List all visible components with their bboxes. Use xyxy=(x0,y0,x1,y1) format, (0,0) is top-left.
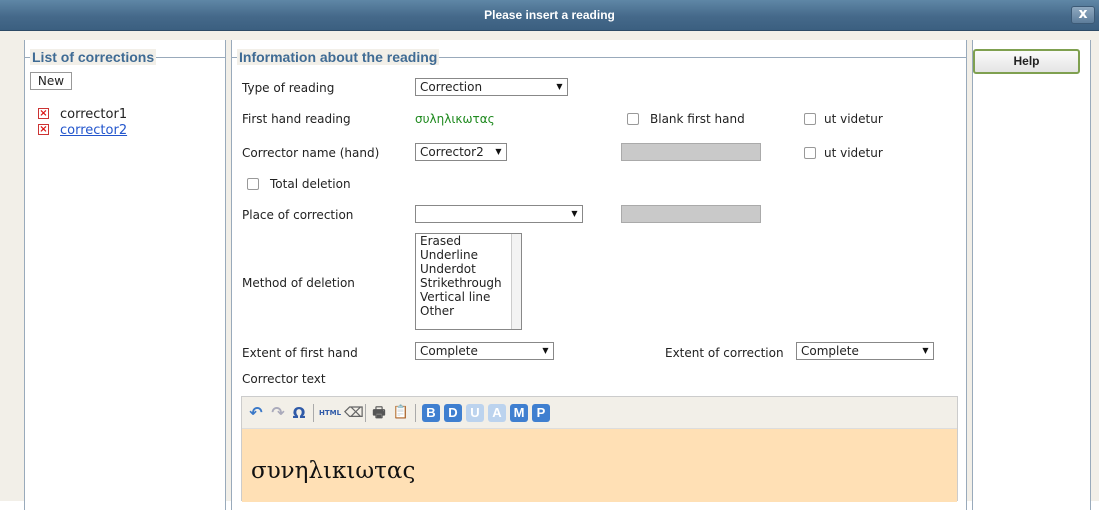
listbox-scrollbar[interactable] xyxy=(511,234,521,329)
correction-item-label[interactable]: corrector1 xyxy=(60,107,127,122)
first-hand-value: συληλικωτας xyxy=(415,112,495,126)
btn-u[interactable]: U xyxy=(466,404,484,422)
delete-icon[interactable]: × xyxy=(38,108,49,119)
first-hand-label: First hand reading xyxy=(242,112,351,126)
chevron-down-icon: ▼ xyxy=(922,346,929,355)
title-bar: Please insert a reading x xyxy=(0,0,1099,31)
method-option[interactable]: Vertical line xyxy=(416,290,521,304)
corrector-text-editor[interactable]: ↶ ↷ Ω HTML ⌫ 🖶 📋 B D U A M P συνηλικιωτα… xyxy=(241,396,958,502)
extent-first-hand-label: Extent of first hand xyxy=(242,346,358,360)
corrector-name-label: Corrector name (hand) xyxy=(242,146,380,160)
method-option[interactable]: Underline xyxy=(416,248,521,262)
corrector-name-select[interactable]: Corrector2 ▼ xyxy=(415,143,507,161)
extent-correction-select[interactable]: Complete ▼ xyxy=(796,342,934,360)
method-option[interactable]: Strikethrough xyxy=(416,276,521,290)
html-source-icon[interactable]: HTML xyxy=(318,404,342,422)
btn-m[interactable]: M xyxy=(510,404,528,422)
special-character-icon[interactable]: Ω xyxy=(290,404,308,422)
editor-content-area[interactable]: συνηλικιωτας xyxy=(242,429,957,502)
total-deletion-checkbox[interactable] xyxy=(247,178,259,190)
eraser-icon[interactable]: ⌫ xyxy=(344,404,364,422)
paste-icon[interactable]: 📋 xyxy=(392,404,410,422)
extent-correction-label: Extent of correction xyxy=(665,346,784,360)
new-correction-button[interactable]: New xyxy=(30,72,72,90)
print-icon[interactable]: 🖶 xyxy=(370,404,388,422)
btn-a[interactable]: A xyxy=(488,404,506,422)
extent-first-hand-select[interactable]: Complete ▼ xyxy=(415,342,554,360)
method-option[interactable]: Underdot xyxy=(416,262,521,276)
blank-first-hand-label: Blank first hand xyxy=(650,112,745,126)
reading-legend: Information about the reading xyxy=(237,49,440,65)
type-of-reading-label: Type of reading xyxy=(242,81,335,95)
chevron-down-icon: ▼ xyxy=(495,147,502,156)
corrector-name-other-input[interactable] xyxy=(621,143,761,161)
editor-text: συνηλικιωτας xyxy=(251,458,416,484)
corrector-text-label: Corrector text xyxy=(242,372,326,386)
toolbar-divider xyxy=(313,404,314,422)
ut-videtur-checkbox-2[interactable] xyxy=(804,147,816,159)
correction-item-label[interactable]: corrector2 xyxy=(60,123,127,138)
extent-correction-value: Complete xyxy=(801,344,859,358)
redo-icon[interactable]: ↷ xyxy=(270,404,286,422)
delete-icon[interactable]: × xyxy=(38,124,49,135)
place-of-correction-select[interactable]: ▼ xyxy=(415,205,583,223)
toolbar-divider xyxy=(415,404,416,422)
corrections-legend: List of corrections xyxy=(30,49,157,65)
blank-first-hand-checkbox[interactable] xyxy=(627,113,639,125)
btn-b[interactable]: B xyxy=(422,404,440,422)
type-of-reading-value: Correction xyxy=(420,80,483,94)
ut-videtur-checkbox-1[interactable] xyxy=(804,113,816,125)
place-of-correction-label: Place of correction xyxy=(242,208,354,222)
method-option[interactable]: Other xyxy=(416,304,521,318)
chevron-down-icon: ▼ xyxy=(556,82,563,91)
method-option[interactable]: Erased xyxy=(416,234,521,248)
ut-videtur-label-1: ut videtur xyxy=(824,112,883,126)
ut-videtur-label-2: ut videtur xyxy=(824,146,883,160)
dialog-title: Please insert a reading xyxy=(484,8,615,22)
close-icon: x xyxy=(1078,6,1088,22)
method-of-deletion-label: Method of deletion xyxy=(242,276,355,290)
toolbar-divider xyxy=(365,404,366,422)
help-button[interactable]: Help xyxy=(973,49,1080,74)
corrector-name-value: Corrector2 xyxy=(420,145,484,159)
editor-toolbar: ↶ ↷ Ω HTML ⌫ 🖶 📋 B D U A M P xyxy=(242,397,957,429)
method-of-deletion-list[interactable]: Erased Underline Underdot Strikethrough … xyxy=(415,233,522,330)
chevron-down-icon: ▼ xyxy=(571,209,578,218)
btn-d[interactable]: D xyxy=(444,404,462,422)
btn-p[interactable]: P xyxy=(532,404,550,422)
type-of-reading-select[interactable]: Correction ▼ xyxy=(415,78,568,96)
chevron-down-icon: ▼ xyxy=(542,346,549,355)
help-panel xyxy=(972,40,1091,510)
place-other-input[interactable] xyxy=(621,205,761,223)
close-button[interactable]: x xyxy=(1071,6,1095,24)
undo-icon[interactable]: ↶ xyxy=(248,404,264,422)
extent-first-hand-value: Complete xyxy=(420,344,478,358)
total-deletion-label: Total deletion xyxy=(270,177,351,191)
